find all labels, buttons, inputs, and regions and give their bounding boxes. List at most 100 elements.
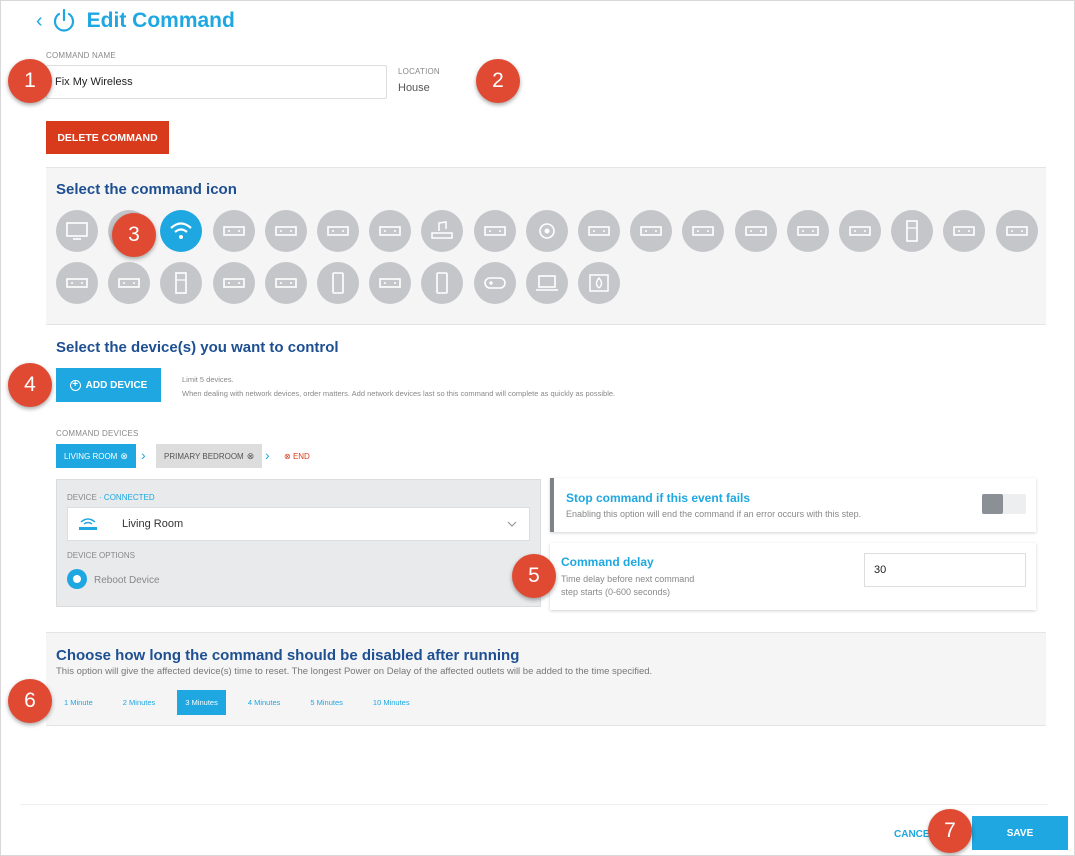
duration-option[interactable]: 10 Minutes [365,690,418,715]
order-hint-text: When dealing with network devices, order… [182,389,616,398]
device-chip-primary-bedroom[interactable]: PRIMARY BEDROOM ⊗ [156,444,263,468]
delete-command-button[interactable]: DELETE COMMAND [46,121,169,154]
power-icon [53,8,74,32]
wifi-icon[interactable] [160,210,203,252]
switch-icon[interactable] [630,210,673,252]
remove-icon[interactable]: ⊗ [247,451,255,462]
nas-icon[interactable] [682,210,725,252]
duration-options: 1 Minute 2 Minutes 3 Minutes 4 Minutes 5 Min… [56,690,432,715]
access-point-icon[interactable] [369,210,412,252]
satellite-icon[interactable] [473,210,516,252]
delay-card-title: Command delay [561,555,654,569]
pos-terminal-icon[interactable] [212,262,255,304]
callout-1: 1 [8,59,52,103]
wireless-router-icon [79,518,97,530]
duration-option[interactable]: 2 Minutes [115,690,164,715]
phone-icon[interactable] [421,262,464,304]
disable-section-title: Choose how long the command should be di… [56,647,520,664]
network-jack-icon[interactable] [578,210,620,252]
command-name-label: COMMAND NAME [46,51,116,60]
callout-7: 7 [928,809,972,853]
stop-card-title: Stop command if this event fails [566,491,751,505]
command-icon-section: Select the command icon [46,167,1046,325]
page-header: ‹ Edit Command [36,8,235,34]
device-options-label: DEVICE OPTIONS [67,551,136,560]
gamepad-icon[interactable] [473,262,516,304]
location-label: LOCATION [398,67,440,76]
reboot-radio[interactable] [67,569,87,589]
device-select-value: Living Room [122,518,184,530]
stop-on-fail-card: Stop command if this event fails Enablin… [550,478,1036,532]
router-icon[interactable] [212,210,255,252]
wireless-router-icon[interactable] [264,210,307,252]
callout-4: 4 [8,363,52,407]
end-x-icon: ⊗ [284,452,291,461]
command-delay-card: Command delay Time delay before next com… [550,543,1036,610]
device-chip-living-room[interactable]: LIVING ROOM ⊗ [56,444,136,468]
camera-icon[interactable] [525,210,568,252]
game-console-box-icon[interactable] [108,262,151,304]
reboot-option-label: Reboot Device [94,575,160,586]
antenna-router-icon[interactable] [839,210,881,252]
callout-2: 2 [476,59,520,103]
av-receiver-icon[interactable] [734,210,777,252]
remove-icon[interactable]: ⊗ [120,451,128,462]
device-panel: DEVICE · CONNECTED Living Room DEVICE OP… [56,479,541,607]
chip-label: LIVING ROOM [64,451,118,461]
command-devices-label: COMMAND DEVICES [56,429,139,438]
end-label: END [292,452,310,461]
wifi-range-icon[interactable] [943,210,986,252]
dvd-player-icon[interactable] [56,262,98,304]
icon-section-title: Select the command icon [56,181,237,198]
duration-option[interactable]: 4 Minutes [240,690,289,715]
add-device-button[interactable]: + ADD DEVICE [56,368,161,402]
tower-pc-icon[interactable] [891,210,934,252]
delay-card-desc-1: Time delay before next command [561,574,695,584]
laptop-icon[interactable] [525,262,568,304]
chevron-right-icon: › [265,447,270,463]
disable-duration-section: Choose how long the command should be di… [46,632,1046,726]
radio-dot [73,575,81,583]
toggle-knob [982,494,1003,514]
duration-option[interactable]: 3 Minutes [177,690,226,715]
device-status-text: CONNECTED [103,493,155,502]
chip-label: PRIMARY BEDROOM [164,451,244,461]
firewall-icon[interactable] [578,262,620,304]
location-value: House [398,82,430,94]
duration-option[interactable]: 1 Minute [56,690,101,715]
device-label-text: DEVICE [67,493,97,502]
page-title: Edit Command [86,9,235,32]
callout-6: 6 [8,679,52,723]
projector-screen-icon[interactable] [264,262,307,304]
device-select[interactable]: Living Room [67,507,530,541]
stop-on-fail-toggle[interactable] [982,494,1026,514]
delay-input[interactable]: 30 [864,553,1026,587]
add-device-label: ADD DEVICE [85,379,148,391]
callout-5: 5 [512,554,556,598]
device-status: · CONNECTED [99,493,155,502]
cable-box-icon[interactable] [995,210,1038,252]
back-arrow-icon[interactable]: ‹ [36,10,43,33]
tv-icon[interactable] [56,210,98,252]
modem-icon[interactable] [317,210,359,252]
limit-text: Limit 5 devices. [182,375,234,384]
duration-option[interactable]: 5 Minutes [302,690,351,715]
delay-card-desc-2: step starts (0-600 seconds) [561,587,671,597]
disable-section-desc: This option will give the affected devic… [56,666,653,677]
smart-home-icon[interactable] [786,210,829,252]
command-name-input[interactable]: Fix My Wireless [46,65,387,99]
plus-icon: + [69,379,81,391]
audio-icon[interactable] [421,210,464,252]
callout-3: 3 [112,213,156,257]
tablet-icon[interactable] [317,262,359,304]
save-button[interactable]: SAVE [972,816,1068,850]
device-label: DEVICE · CONNECTED [67,493,155,502]
fridge-icon[interactable] [160,262,203,304]
projector-icon[interactable] [369,262,412,304]
footer-divider [20,804,1048,805]
end-marker: ⊗ END [284,452,310,461]
chevron-right-icon: › [141,447,146,463]
device-section-title: Select the device(s) you want to control [56,339,339,356]
stop-card-desc: Enabling this option will end the comman… [566,509,862,519]
chevron-down-icon [507,521,517,527]
